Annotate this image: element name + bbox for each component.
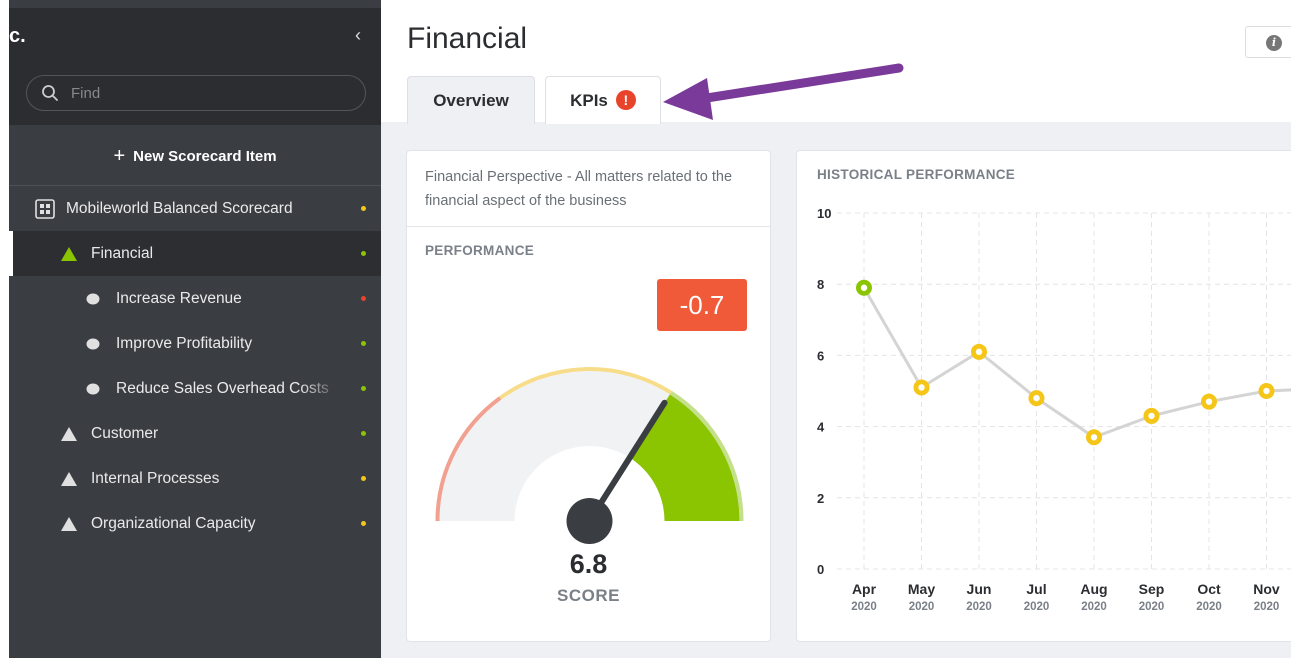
data-point-center	[975, 348, 983, 356]
status-dot	[361, 386, 366, 391]
info-button[interactable]: i	[1245, 26, 1291, 58]
data-point-center	[1033, 394, 1040, 402]
score-label: SCORE	[557, 586, 620, 605]
x-tick-label: Jun	[967, 581, 992, 597]
x-tick-sublabel: 2020	[1024, 601, 1050, 613]
sidebar-edge	[0, 0, 9, 658]
circle-icon	[86, 383, 100, 395]
x-tick-label: Oct	[1197, 581, 1221, 597]
tree-item-label: Increase Revenue	[116, 290, 242, 307]
score-value: 6.8	[569, 549, 608, 579]
sidebar-search-area	[9, 64, 381, 125]
tree-item-customer[interactable]: Customer	[9, 411, 381, 456]
data-point-center	[1090, 434, 1098, 441]
x-tick-label: Sep	[1139, 581, 1165, 597]
tab-overview[interactable]: Overview	[407, 76, 535, 124]
x-tick-label: Apr	[852, 581, 877, 597]
historical-chart: 0 2 4 6 8 10 Apr 2020 May 2020 Jun 2020 Jul 2020 Aug 20…	[817, 206, 1291, 613]
x-tick-sublabel: 2020	[1081, 601, 1107, 613]
page-title: Financial	[407, 22, 528, 55]
new-scorecard-item-label: New Scorecard Item	[133, 148, 277, 165]
triangle-up-icon	[61, 427, 77, 441]
triangle-up-icon	[61, 247, 77, 261]
tree-item-internal-processes[interactable]: Internal Processes	[9, 456, 381, 501]
x-tick-label: Jul	[1026, 581, 1046, 597]
status-dot	[361, 296, 366, 301]
gauge-hub	[566, 498, 613, 544]
sidebar: c. ‹ + New Scorecard Item Mobileworld Bal…	[0, 0, 381, 658]
search-icon	[42, 85, 58, 101]
performance-card: Financial Perspective - All matters rela…	[406, 150, 771, 642]
y-tick-label: 4	[817, 420, 825, 435]
y-tick-label: 10	[817, 206, 831, 221]
new-scorecard-item-button[interactable]: + New Scorecard Item	[9, 138, 381, 174]
tab-kpis[interactable]: KPIs!	[545, 76, 661, 124]
sidebar-header: c. ‹	[9, 8, 381, 64]
info-icon: i	[1266, 35, 1282, 51]
status-dot	[361, 251, 366, 256]
tree-item-scorecard[interactable]: Mobileworld Balanced Scorecard	[9, 186, 381, 231]
alert-icon: !	[615, 90, 636, 110]
historical-performance-card: HISTORICAL PERFORMANCE 0 2 4 6 8 10 Apr 2020 May…	[796, 150, 1291, 642]
x-tick-sublabel: 2020	[1254, 601, 1280, 613]
data-point-center	[1205, 398, 1213, 405]
plus-icon: +	[113, 145, 126, 167]
tree-item-label: Financial	[91, 245, 154, 262]
x-tick-sublabel: 2020	[966, 601, 992, 613]
tree-item-label: Internal Processes	[91, 470, 220, 487]
tree-item-increase-revenue[interactable]: Increase Revenue	[9, 276, 381, 321]
tree-item-label: Mobileworld Balanced Scorecard	[66, 200, 293, 217]
card-divider	[407, 226, 770, 227]
data-point-center	[860, 284, 868, 291]
y-tick-label: 8	[817, 277, 824, 292]
x-tick-sublabel: 2020	[1139, 601, 1165, 613]
x-tick-label: May	[908, 581, 935, 597]
y-tick-label: 6	[817, 348, 824, 363]
collapse-sidebar-icon[interactable]: ‹	[355, 25, 361, 46]
tree-item-financial[interactable]: Financial	[9, 231, 381, 276]
label-fade	[299, 366, 359, 411]
main-content: Financial i Overview KPIs! Financial Per…	[381, 0, 1291, 658]
scorecard-tree: Mobileworld Balanced Scorecard Financial…	[9, 186, 381, 546]
scorecard-icon	[35, 199, 55, 219]
triangle-up-icon	[61, 517, 77, 531]
label-fade	[299, 186, 359, 231]
triangle-up-icon	[61, 472, 77, 486]
x-tick-sublabel: 2020	[851, 601, 877, 613]
performance-label: PERFORMANCE	[425, 243, 535, 258]
circle-icon	[86, 338, 100, 350]
tree-item-label: Organizational Capacity	[91, 515, 256, 532]
score-change-badge: -0.7	[657, 279, 747, 331]
tab-kpis-label: KPIs	[570, 91, 608, 110]
data-point-center	[1148, 412, 1155, 420]
tree-item-improve-profitability[interactable]: Improve Profitability	[9, 321, 381, 366]
status-dot	[361, 476, 366, 481]
series-line	[862, 287, 1291, 439]
performance-gauge	[435, 367, 744, 544]
status-dot	[361, 521, 366, 526]
tab-overview-label: Overview	[433, 91, 509, 110]
data-point-center	[918, 384, 925, 391]
search-box[interactable]	[26, 75, 366, 111]
perspective-description: Financial Perspective - All matters rela…	[425, 169, 733, 209]
tree-item-label: Customer	[91, 425, 159, 442]
x-tick-label: Nov	[1253, 581, 1280, 597]
status-dot	[361, 206, 366, 211]
y-tick-label: 2	[817, 491, 824, 506]
x-tick-label: Aug	[1080, 581, 1107, 597]
tree-item-reduce-sales-overhead[interactable]: Reduce Sales Overhead Costs	[9, 366, 381, 411]
org-name: c.	[9, 25, 26, 47]
y-tick-label: 0	[817, 562, 824, 577]
status-dot	[361, 431, 366, 436]
x-tick-sublabel: 2020	[909, 601, 935, 613]
x-tick-sublabel: 2020	[1196, 601, 1222, 613]
circle-icon	[86, 293, 100, 305]
tree-item-label: Improve Profitability	[116, 335, 253, 352]
annotation-arrow	[663, 63, 904, 120]
data-point-center	[1263, 387, 1270, 395]
search-input[interactable]	[71, 82, 351, 104]
status-dot	[361, 341, 366, 346]
tree-item-organizational-capacity[interactable]: Organizational Capacity	[9, 501, 381, 546]
